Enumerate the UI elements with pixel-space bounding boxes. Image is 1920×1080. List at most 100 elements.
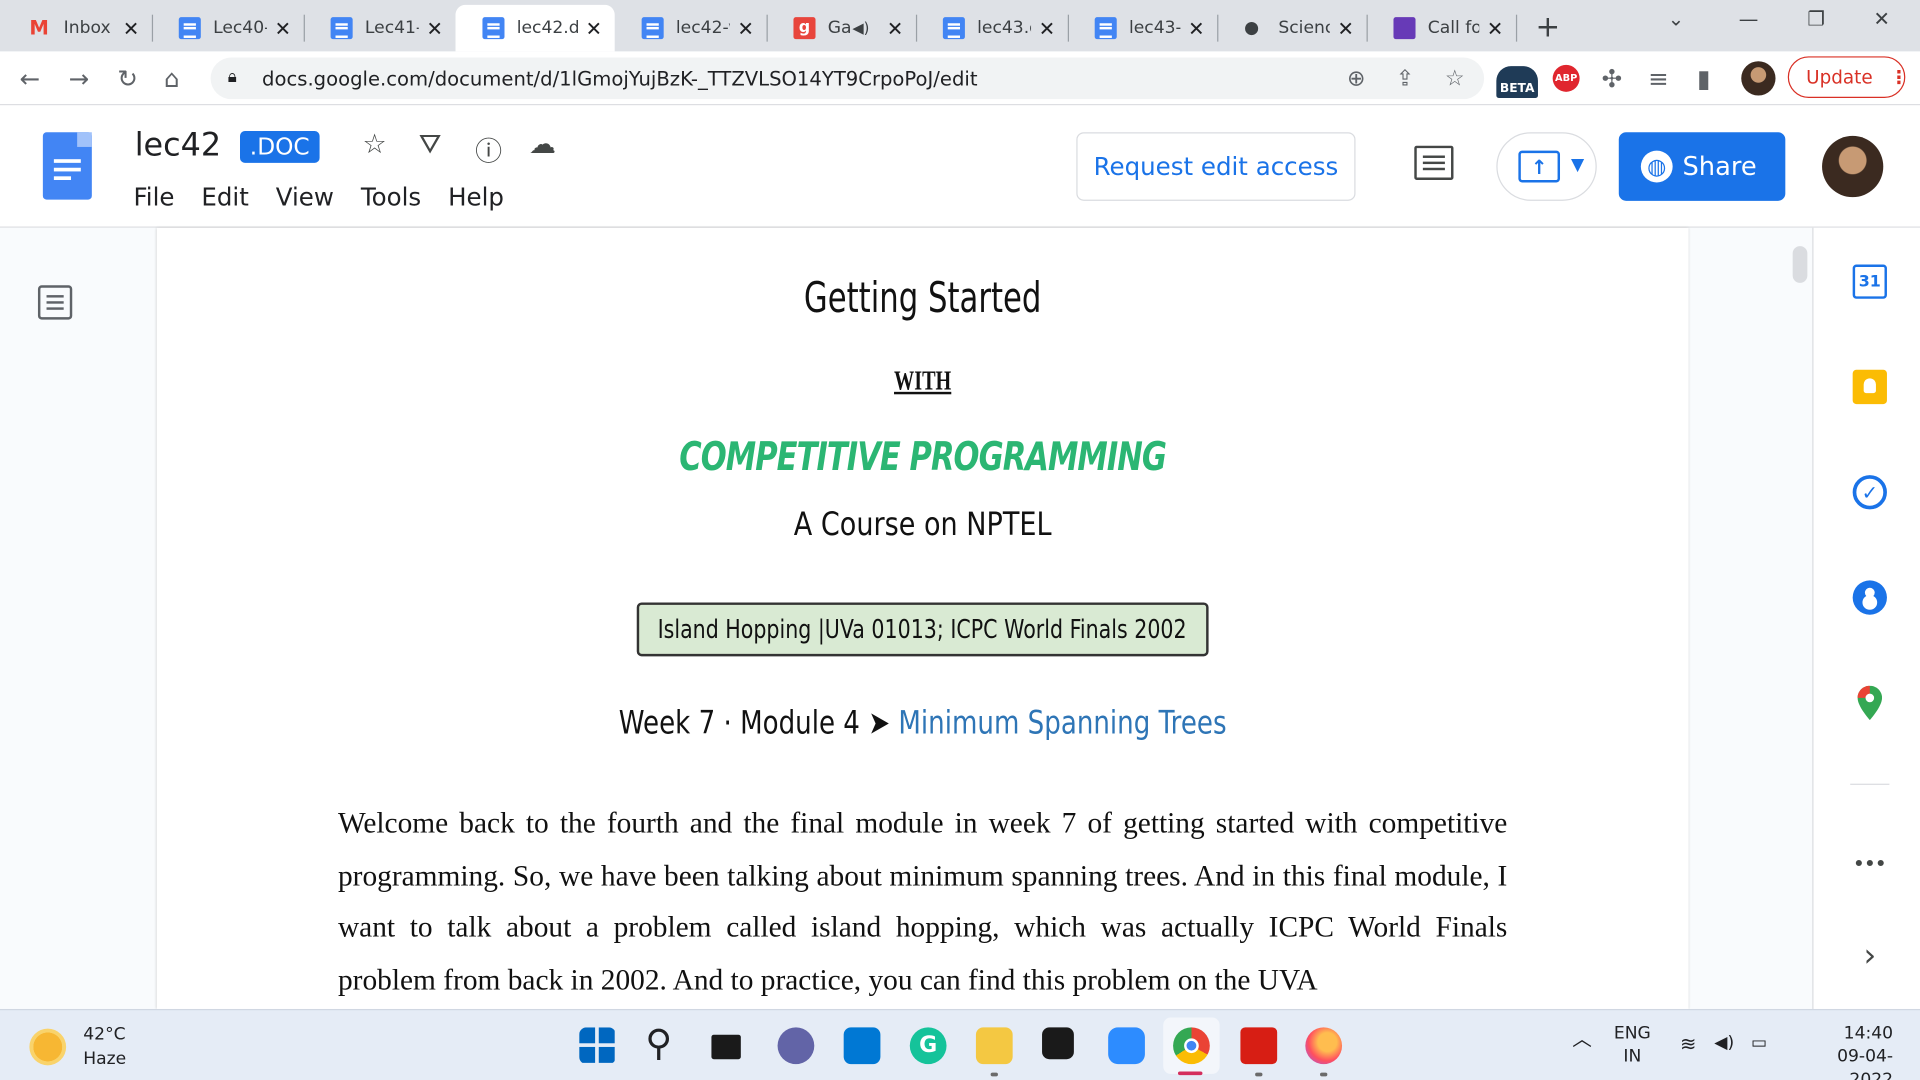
acrobat-icon[interactable] (1240, 1027, 1278, 1065)
close-icon[interactable]: ✕ (424, 17, 446, 40)
info-icon[interactable]: ⓘ (475, 130, 502, 169)
tab-science[interactable]: ● Scienc ✕ (1217, 5, 1368, 52)
tab-lec42-doc[interactable]: lec42.d ✕ (455, 4, 615, 52)
expand-panel-icon[interactable]: › (1853, 938, 1887, 975)
zoom-app-icon[interactable] (1108, 1027, 1145, 1065)
request-edit-access-button[interactable]: Request edit access (1076, 132, 1356, 201)
keep-icon[interactable] (1852, 369, 1887, 405)
time: 14:40 (1843, 1023, 1894, 1044)
docs-logo-icon[interactable] (42, 132, 92, 200)
language-indicator[interactable]: ENG IN (1614, 1022, 1651, 1069)
menu-tools[interactable]: Tools (361, 182, 421, 211)
close-icon[interactable]: ✕ (735, 17, 757, 40)
battery-icon[interactable]: ▭ (1751, 1032, 1767, 1055)
profile-avatar[interactable] (1741, 61, 1776, 96)
running-indicator (1320, 1072, 1328, 1077)
reading-list-icon[interactable]: ≡ (1648, 64, 1669, 93)
tab-call-for[interactable]: Call fo ✕ (1367, 5, 1518, 52)
running-indicator (990, 1072, 998, 1077)
sticky-notes-icon[interactable] (1042, 1027, 1074, 1060)
wifi-icon[interactable]: ≋ (1680, 1032, 1696, 1055)
url-text: docs.google.com/document/d/1lGmojYujBzK-… (262, 67, 978, 91)
maps-icon[interactable] (1857, 685, 1883, 721)
date: 09-04-2022 (1837, 1046, 1894, 1080)
minimize-icon[interactable]: — (1739, 7, 1759, 30)
search-icon[interactable]: ⚲ (645, 1026, 682, 1064)
menu-file[interactable]: File (133, 182, 174, 211)
document-title[interactable]: lec42 (135, 127, 221, 164)
extensions-icon[interactable]: ✣ (1602, 64, 1623, 93)
close-icon[interactable]: ✕ (272, 17, 294, 40)
more-icon[interactable]: ••• (1853, 855, 1887, 889)
reload-icon[interactable]: ↻ (118, 64, 139, 93)
address-bar[interactable]: 🔒︎ docs.google.com/document/d/1lGmojYujB… (210, 57, 1485, 100)
adblock-icon[interactable]: ABP (1552, 64, 1580, 92)
comment-history-icon[interactable] (1414, 145, 1454, 181)
document-page[interactable]: Getting Started WITH competitive program… (156, 227, 1689, 1009)
star-icon[interactable]: ☆ (362, 130, 386, 161)
tab-grammarly[interactable]: g Ga ◀) ✕ (767, 5, 918, 52)
tab-search-icon[interactable]: ⌄ (1668, 7, 1684, 30)
speaker-icon[interactable]: ◀) (852, 20, 869, 37)
tab-inbox[interactable]: M Inbox ( ✕ (2, 5, 154, 52)
close-icon[interactable]: ✕ (1335, 17, 1357, 40)
bookmark-star-icon[interactable]: ☆ (1445, 66, 1465, 92)
share-page-icon[interactable]: ⇪ (1396, 66, 1414, 92)
weather-widget[interactable]: 42°C Haze (29, 1022, 126, 1071)
forward-icon[interactable]: → (69, 64, 90, 93)
problem-box: Island Hopping |UVa 01013; ICPC World Fi… (636, 602, 1209, 657)
beta-extension-icon[interactable]: BETA (1496, 66, 1538, 98)
home-icon[interactable]: ⌂ (164, 64, 180, 93)
calendar-icon[interactable]: 31 (1852, 264, 1887, 299)
tab-lec42-v[interactable]: lec42-v ✕ (615, 5, 768, 52)
tab-title: Scienc (1278, 18, 1330, 38)
tab-title: Call fo (1427, 18, 1480, 38)
start-menu-icon[interactable] (579, 1027, 616, 1065)
cloud-status-icon[interactable]: ☁ (529, 130, 556, 161)
menu-help[interactable]: Help (448, 182, 504, 211)
contacts-icon[interactable] (1852, 580, 1887, 615)
teams-chat-icon[interactable] (777, 1027, 815, 1065)
caret-down-icon[interactable]: ▼ (1571, 156, 1584, 176)
back-icon[interactable]: ← (20, 64, 41, 93)
firefox-icon[interactable] (1305, 1027, 1343, 1065)
close-icon[interactable]: ✕ (1484, 17, 1506, 40)
close-icon[interactable]: ✕ (120, 17, 142, 40)
show-hidden-icons[interactable]: ︿ (1572, 1027, 1592, 1050)
menu-edit[interactable]: Edit (201, 182, 248, 211)
weather-sun-icon (29, 1028, 67, 1066)
menu-view[interactable]: View (276, 182, 334, 211)
update-button[interactable]: Update ⋮ (1787, 56, 1908, 98)
grammarly-icon: g (793, 17, 816, 40)
new-tab-button[interactable]: + (1536, 10, 1561, 44)
side-panel-icon[interactable]: ▮ (1697, 64, 1710, 93)
tasks-icon[interactable]: ✓ (1852, 475, 1887, 510)
tab-lec43-doc[interactable]: lec43.d ✕ (916, 5, 1069, 52)
move-to-drive-icon[interactable]: ⛛ (419, 130, 442, 161)
close-icon[interactable]: ✕ (583, 17, 605, 40)
window-close-icon[interactable]: ✕ (1873, 7, 1889, 30)
volume-icon[interactable]: ◀) (1714, 1032, 1734, 1055)
present-button[interactable]: ↑ ▼ (1496, 132, 1597, 201)
tab-lec43-v[interactable]: lec43-v ✕ (1068, 5, 1219, 52)
scrollbar-thumb[interactable] (1792, 246, 1808, 283)
chrome-icon[interactable] (1173, 1027, 1210, 1065)
microsoft-store-icon[interactable] (843, 1027, 881, 1065)
tab-title: Lec41- (364, 18, 419, 38)
tab-lec41[interactable]: Lec41- ✕ (304, 5, 456, 52)
close-icon[interactable]: ✕ (1036, 17, 1058, 40)
task-view-icon[interactable] (711, 1034, 741, 1060)
restore-icon[interactable]: ❐ (1807, 7, 1825, 30)
share-button[interactable]: ◍ Share (1618, 132, 1786, 201)
clock[interactable]: 14:4009-04-2022 (1795, 1022, 1893, 1080)
kebab-menu-icon[interactable]: ⋮ (1890, 66, 1908, 88)
tab-lec40[interactable]: Lec40- ✕ (152, 5, 305, 52)
week-topic: Minimum Spanning Trees (898, 705, 1227, 743)
account-avatar[interactable] (1822, 135, 1884, 198)
grammarly-app-icon[interactable]: G (909, 1027, 947, 1065)
file-explorer-icon[interactable] (975, 1027, 1013, 1065)
close-icon[interactable]: ✕ (884, 17, 906, 40)
document-outline-icon[interactable] (37, 285, 73, 320)
close-icon[interactable]: ✕ (1185, 17, 1207, 40)
zoom-icon[interactable]: ⊕ (1347, 66, 1365, 92)
